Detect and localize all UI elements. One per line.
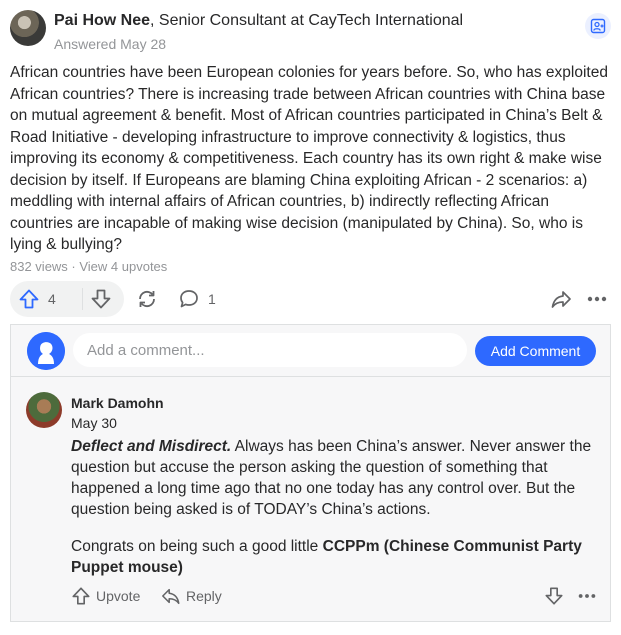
vote-pill: 4 bbox=[10, 281, 124, 317]
answer-action-bar: 4 1 bbox=[10, 281, 612, 317]
comment-bubble-icon bbox=[180, 290, 198, 308]
current-user-avatar bbox=[27, 332, 65, 370]
comment-paragraph-2-text: Congrats on being such a good little bbox=[71, 538, 323, 555]
comment-date[interactable]: May 30 bbox=[71, 415, 117, 431]
reply-arrow-icon bbox=[162, 588, 180, 605]
commenter-name[interactable]: Mark Damohn bbox=[71, 395, 164, 411]
comment-body: Deflect and Misdirect. Always has been C… bbox=[71, 436, 597, 594]
comment-upvote-button[interactable]: Upvote bbox=[71, 584, 140, 608]
comment-downvote-button[interactable] bbox=[544, 584, 564, 608]
comment-count: 1 bbox=[208, 291, 216, 307]
comment-actions: Upvote Reply bbox=[71, 584, 601, 608]
author-name[interactable]: Pai How Nee bbox=[54, 12, 150, 29]
follow-button[interactable] bbox=[585, 13, 611, 39]
vote-divider bbox=[82, 288, 83, 310]
answer-stats[interactable]: 832 views · View 4 upvotes bbox=[10, 259, 167, 274]
comment-item: Mark Damohn May 30 Deflect and Misdirect… bbox=[11, 378, 610, 621]
comments-panel: Add Comment Mark Damohn May 30 Deflect a… bbox=[10, 324, 611, 622]
downvote-button[interactable] bbox=[90, 286, 112, 312]
comment-lead: Deflect and Misdirect. bbox=[71, 438, 232, 455]
add-comment-button[interactable]: Add Comment bbox=[475, 336, 596, 366]
comment-paragraph-1: Deflect and Misdirect. Always has been C… bbox=[71, 436, 597, 520]
comment-paragraph-2: Congrats on being such a good little CCP… bbox=[71, 536, 597, 578]
upvote-button[interactable]: 4 bbox=[18, 286, 56, 312]
author-avatar[interactable] bbox=[10, 10, 46, 46]
follow-person-icon bbox=[590, 18, 606, 34]
more-dots-icon bbox=[587, 296, 607, 302]
upvote-count: 4 bbox=[48, 291, 56, 307]
arrow-down-icon bbox=[545, 587, 563, 605]
answered-date[interactable]: Answered May 28 bbox=[54, 36, 166, 52]
commenter-avatar[interactable] bbox=[26, 392, 62, 428]
reshare-button[interactable] bbox=[136, 286, 158, 312]
answer-text: African countries have been European col… bbox=[10, 64, 608, 253]
comment-reply-button[interactable]: Reply bbox=[161, 584, 222, 608]
comment-upvote-label: Upvote bbox=[96, 588, 141, 604]
comment-more-button[interactable] bbox=[576, 584, 598, 608]
comment-input[interactable] bbox=[73, 333, 467, 367]
author-credential[interactable]: , Senior Consultant at CayTech Internati… bbox=[150, 12, 463, 29]
arrow-up-icon bbox=[72, 587, 90, 605]
more-dots-icon bbox=[578, 594, 596, 598]
arrow-up-icon bbox=[19, 289, 39, 309]
comment-reply-label: Reply bbox=[186, 588, 222, 604]
comment-compose: Add Comment bbox=[11, 325, 610, 377]
more-options-button[interactable] bbox=[585, 286, 609, 312]
reshare-icon bbox=[139, 290, 155, 308]
arrow-down-icon bbox=[91, 289, 111, 309]
comments-button[interactable]: 1 bbox=[178, 286, 216, 312]
share-button[interactable] bbox=[550, 286, 572, 312]
author-line: Pai How Nee, Senior Consultant at CayTec… bbox=[54, 12, 463, 30]
default-avatar-icon bbox=[27, 332, 65, 370]
share-arrow-icon bbox=[551, 291, 571, 308]
